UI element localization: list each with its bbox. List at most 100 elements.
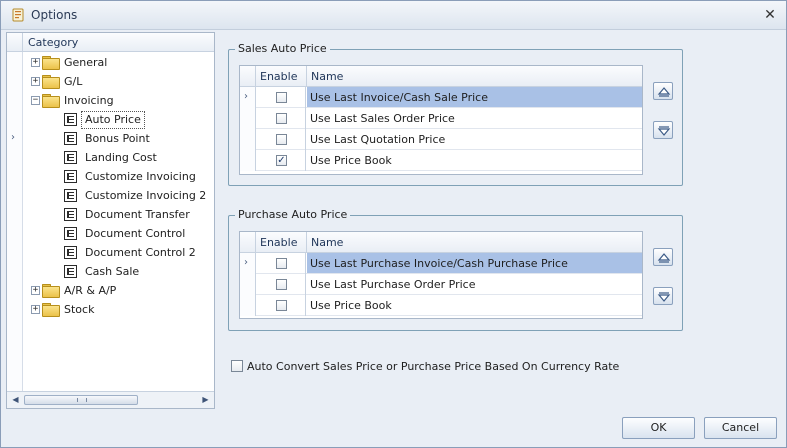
options-window: Options ✕ Category › + General + G/L − Invoic… xyxy=(0,0,787,448)
purchase-move-down-button[interactable] xyxy=(653,287,673,305)
tree-item[interactable]: Customize Invoicing 2 xyxy=(24,186,214,205)
expand-icon[interactable]: + xyxy=(31,305,40,314)
enable-checkbox[interactable] xyxy=(276,113,287,124)
tree-indicator-header xyxy=(7,33,23,52)
settings-page-icon xyxy=(64,132,77,145)
settings-page-icon xyxy=(64,113,77,126)
grid-row[interactable]: Use Last Sales Order Price xyxy=(240,108,642,129)
sales-move-down-button[interactable] xyxy=(653,121,673,139)
sales-enable-header[interactable]: Enable xyxy=(256,66,307,87)
price-source-name[interactable]: Use Price Book xyxy=(307,295,642,315)
enable-cell xyxy=(256,253,306,274)
scroll-right-icon[interactable]: ▶ xyxy=(198,394,213,406)
tree-item-label: Customize Invoicing 2 xyxy=(85,189,207,202)
enable-checkbox[interactable] xyxy=(276,92,287,103)
settings-page-icon xyxy=(64,265,77,278)
row-indicator[interactable]: › xyxy=(240,87,256,108)
folder-icon xyxy=(42,303,60,317)
current-row-indicator-icon: › xyxy=(244,257,248,268)
scroll-thumb[interactable] xyxy=(24,395,138,405)
tree-item[interactable]: Document Transfer xyxy=(24,205,214,224)
purchase-move-up-button[interactable] xyxy=(653,248,673,266)
grid-row[interactable]: ✓ Use Price Book xyxy=(240,150,642,171)
sales-auto-price-title: Sales Auto Price xyxy=(235,42,330,55)
enable-cell xyxy=(256,108,306,129)
grid-row[interactable]: Use Last Purchase Order Price xyxy=(240,274,642,295)
purchase-enable-header[interactable]: Enable xyxy=(256,232,307,253)
tree-item[interactable]: + G/L xyxy=(24,72,214,91)
folder-icon xyxy=(42,75,60,89)
folder-icon xyxy=(42,94,60,108)
tree-item[interactable]: Landing Cost xyxy=(24,148,214,167)
enable-cell: ✓ xyxy=(256,150,306,171)
row-indicator[interactable]: › xyxy=(240,253,256,274)
settings-page-icon xyxy=(64,151,77,164)
row-indicator[interactable] xyxy=(240,108,256,129)
auto-convert-label[interactable]: Auto Convert Sales Price or Purchase Pri… xyxy=(247,360,619,373)
enable-checkbox[interactable] xyxy=(276,134,287,145)
tree-item-label: Bonus Point xyxy=(85,132,150,145)
price-source-name[interactable]: Use Last Sales Order Price xyxy=(307,108,642,128)
enable-cell xyxy=(256,274,306,295)
enable-checkbox[interactable]: ✓ xyxy=(276,155,287,166)
price-source-name[interactable]: Use Price Book xyxy=(307,150,642,170)
row-indicator[interactable] xyxy=(240,150,256,171)
price-source-name[interactable]: Use Last Purchase Order Price xyxy=(307,274,642,294)
grid-row[interactable]: Use Price Book xyxy=(240,295,642,316)
enable-checkbox[interactable] xyxy=(276,279,287,290)
close-icon[interactable]: ✕ xyxy=(762,7,778,23)
purchase-price-grid[interactable]: Enable Name › Use Last Purchase Invoice/C… xyxy=(239,231,643,319)
ok-button[interactable]: OK xyxy=(622,417,695,439)
scroll-left-icon[interactable]: ◀ xyxy=(8,394,23,406)
tree-item[interactable]: Document Control xyxy=(24,224,214,243)
collapse-icon[interactable]: − xyxy=(31,96,40,105)
tree-item[interactable]: + General xyxy=(24,53,214,72)
purchase-name-header[interactable]: Name xyxy=(307,232,642,253)
grid-row[interactable]: Use Last Quotation Price xyxy=(240,129,642,150)
tree-item[interactable]: Auto Price xyxy=(24,110,214,129)
auto-convert-checkbox[interactable] xyxy=(231,360,243,372)
row-indicator[interactable] xyxy=(240,295,256,316)
purchase-auto-price-group: Purchase Auto Price Enable Name › Use Las… xyxy=(228,208,683,331)
tree-item-label: Document Transfer xyxy=(85,208,190,221)
tree-item[interactable]: Customize Invoicing xyxy=(24,167,214,186)
expand-icon[interactable]: + xyxy=(31,286,40,295)
sales-price-grid[interactable]: Enable Name › Use Last Invoice/Cash Sale … xyxy=(239,65,643,175)
row-indicator[interactable] xyxy=(240,274,256,295)
current-row-indicator-icon: › xyxy=(11,132,15,143)
tree-item-label: A/R & A/P xyxy=(64,284,117,297)
price-source-name[interactable]: Use Last Purchase Invoice/Cash Purchase … xyxy=(307,253,642,273)
tree-item-label: Auto Price xyxy=(81,111,145,129)
tree-item-label: Customize Invoicing xyxy=(85,170,196,183)
tree-item-label: Document Control 2 xyxy=(85,246,196,259)
tree-item-label: Landing Cost xyxy=(85,151,157,164)
enable-checkbox[interactable] xyxy=(276,258,287,269)
price-source-name[interactable]: Use Last Quotation Price xyxy=(307,129,642,149)
window-title: Options xyxy=(31,8,78,22)
sales-name-header[interactable]: Name xyxy=(307,66,642,87)
settings-page-icon xyxy=(64,227,77,240)
expand-icon[interactable]: + xyxy=(31,77,40,86)
grid-row[interactable]: › Use Last Invoice/Cash Sale Price xyxy=(240,87,642,108)
settings-page-icon xyxy=(64,170,77,183)
tree-item[interactable]: Cash Sale xyxy=(24,262,214,281)
expand-icon[interactable]: + xyxy=(31,58,40,67)
tree-item[interactable]: + A/R & A/P xyxy=(24,281,214,300)
purchase-indicator-header xyxy=(240,232,256,253)
grid-row[interactable]: › Use Last Purchase Invoice/Cash Purchase… xyxy=(240,253,642,274)
sales-move-up-button[interactable] xyxy=(653,82,673,100)
category-column-header: Category xyxy=(28,36,79,49)
category-tree[interactable]: Category › + General + G/L − Invoicing Auto Pr… xyxy=(6,32,215,409)
tree-item[interactable]: Document Control 2 xyxy=(24,243,214,262)
enable-checkbox[interactable] xyxy=(276,300,287,311)
tree-item[interactable]: Bonus Point xyxy=(24,129,214,148)
enable-cell xyxy=(256,87,306,108)
row-indicator[interactable] xyxy=(240,129,256,150)
settings-page-icon xyxy=(64,208,77,221)
tree-horizontal-scrollbar[interactable]: ◀ ▶ xyxy=(7,391,214,408)
tree-item[interactable]: − Invoicing xyxy=(24,91,214,110)
price-source-name[interactable]: Use Last Invoice/Cash Sale Price xyxy=(307,87,642,107)
tree-item[interactable]: + Stock xyxy=(24,300,214,319)
move-up-icon xyxy=(657,253,671,263)
cancel-button[interactable]: Cancel xyxy=(704,417,777,439)
